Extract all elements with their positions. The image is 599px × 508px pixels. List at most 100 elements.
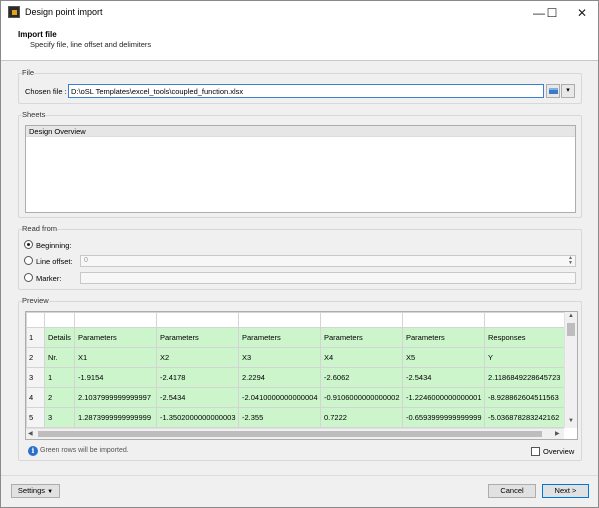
- table-cell: Parameters: [402, 327, 485, 348]
- wizard-header: Import file Specify file, line offset an…: [1, 25, 598, 61]
- maximize-button[interactable]: ☐: [535, 1, 569, 25]
- row-number: 4: [26, 387, 45, 408]
- scroll-down-icon[interactable]: ▼: [568, 418, 574, 424]
- sheets-list[interactable]: Design Overview: [25, 125, 576, 213]
- table-cell: -2.355: [238, 407, 321, 428]
- row-number: 2: [26, 347, 45, 368]
- row-number: 5: [26, 407, 45, 428]
- next-button[interactable]: Next >: [542, 484, 589, 498]
- info-icon: i: [28, 446, 38, 456]
- spin-arrows-icon[interactable]: ▲ ▼: [568, 256, 573, 266]
- preview-vertical-scrollbar[interactable]: ▲ ▼: [564, 312, 577, 428]
- line-offset-radio[interactable]: [24, 256, 33, 265]
- chosen-file-label: Chosen file :: [25, 87, 67, 96]
- table-row: 1 Details Parameters Parameters Paramete…: [26, 327, 571, 348]
- table-cell: -1.3502000000000003: [156, 407, 239, 428]
- table-cell: X3: [238, 347, 321, 368]
- footer-divider: [1, 475, 598, 476]
- import-dialog: Design point import — ☐ ✕ Import file Sp…: [0, 0, 599, 508]
- table-cell: -2.0410000000000004: [238, 387, 321, 408]
- line-offset-label: Line offset:: [36, 257, 73, 266]
- table-cell: X5: [402, 347, 485, 368]
- column-header: [484, 312, 571, 328]
- table-cell: -0.9106000000000002: [320, 387, 403, 408]
- column-header: [156, 312, 239, 328]
- horizontal-scroll-thumb[interactable]: [38, 431, 542, 437]
- close-button[interactable]: ✕: [565, 1, 599, 25]
- overview-checkbox[interactable]: [531, 447, 540, 456]
- table-cell: -8.928862604511563: [484, 387, 571, 408]
- table-row: 4 2 2.1037999999999997 -2.5434 -2.041000…: [26, 387, 571, 408]
- beginning-label: Beginning:: [36, 241, 72, 250]
- browse-button[interactable]: [546, 84, 560, 98]
- app-logo-icon: [8, 6, 20, 18]
- file-group-label: File: [22, 68, 35, 77]
- table-cell: X4: [320, 347, 403, 368]
- overview-label: Overview: [543, 447, 575, 456]
- title-bar: Design point import — ☐ ✕: [1, 1, 598, 25]
- chevron-down-icon: ▼: [47, 489, 54, 495]
- green-rows-hint: Green rows will be imported.: [40, 447, 129, 454]
- table-cell: 2.2294: [238, 367, 321, 388]
- sheets-group-label: Sheets: [22, 110, 46, 119]
- table-cell: -0.6593999999999999: [402, 407, 485, 428]
- row-number: 1: [26, 327, 45, 348]
- table-cell: -2.6062: [320, 367, 403, 388]
- scroll-left-icon[interactable]: ◀: [28, 430, 33, 437]
- file-options-dropdown[interactable]: ▾: [561, 84, 575, 98]
- preview-horizontal-scrollbar[interactable]: ◀ ▶: [26, 428, 564, 439]
- table-cell: -1.2246000000000001: [402, 387, 485, 408]
- table-cell: -1.9154: [74, 367, 157, 388]
- table-cell: Y: [484, 347, 571, 368]
- corner-cell: [26, 312, 45, 328]
- beginning-radio[interactable]: [24, 240, 33, 249]
- header-subtitle: Specify file, line offset and delimiters: [30, 40, 152, 49]
- preview-group-label: Preview: [22, 296, 49, 305]
- column-header: [320, 312, 403, 328]
- column-header: [238, 312, 321, 328]
- table-cell: Parameters: [320, 327, 403, 348]
- table-row: 3 1 -1.9154 -2.4178 2.2294 -2.6062 -2.54…: [26, 367, 571, 388]
- table-cell: Details: [44, 327, 75, 348]
- scroll-right-icon[interactable]: ▶: [555, 430, 560, 437]
- table-cell: Parameters: [74, 327, 157, 348]
- column-header: [402, 312, 485, 328]
- settings-label: Settings: [17, 486, 46, 495]
- table-row: 2 Nr. X1 X2 X3 X4 X5 Y: [26, 347, 571, 368]
- row-number: 3: [26, 367, 45, 388]
- marker-radio[interactable]: [24, 273, 33, 282]
- header-title: Import file: [18, 30, 57, 39]
- column-header: [74, 312, 157, 328]
- table-cell: Parameters: [238, 327, 321, 348]
- table-cell: -2.5434: [156, 387, 239, 408]
- chosen-file-input[interactable]: D:\oSL Templates\excel_tools\coupled_fun…: [68, 84, 544, 98]
- table-cell: -5.036878283242162: [484, 407, 571, 428]
- preview-table: 1 Details Parameters Parameters Paramete…: [26, 312, 571, 428]
- window-title: Design point import: [25, 7, 103, 17]
- sheet-item-design-overview[interactable]: Design Overview: [26, 126, 575, 137]
- table-cell: X1: [74, 347, 157, 368]
- cancel-button[interactable]: Cancel: [488, 484, 536, 498]
- table-cell: 1: [44, 367, 75, 388]
- column-header: [44, 312, 75, 328]
- table-cell: Nr.: [44, 347, 75, 368]
- preview-table-container[interactable]: 1 Details Parameters Parameters Paramete…: [25, 311, 578, 440]
- table-cell: 1.2873999999999999: [74, 407, 157, 428]
- table-cell: 2.1186849228645723: [484, 367, 571, 388]
- line-offset-value: 0: [84, 257, 88, 264]
- settings-button[interactable]: Settings ▼: [11, 484, 60, 498]
- folder-icon: [549, 88, 558, 94]
- marker-label: Marker:: [36, 274, 62, 283]
- vertical-scroll-thumb[interactable]: [567, 323, 575, 336]
- table-cell: 0.7222: [320, 407, 403, 428]
- table-row: 5 3 1.2873999999999999 -1.35020000000000…: [26, 407, 571, 428]
- table-cell: 2: [44, 387, 75, 408]
- table-cell: Parameters: [156, 327, 239, 348]
- table-cell: Responses: [484, 327, 571, 348]
- line-offset-spinbox[interactable]: 0 ▲ ▼: [80, 255, 576, 267]
- table-cell: 2.1037999999999997: [74, 387, 157, 408]
- table-cell: 3: [44, 407, 75, 428]
- scroll-up-icon[interactable]: ▲: [568, 313, 574, 319]
- table-cell: X2: [156, 347, 239, 368]
- marker-input[interactable]: [80, 272, 576, 284]
